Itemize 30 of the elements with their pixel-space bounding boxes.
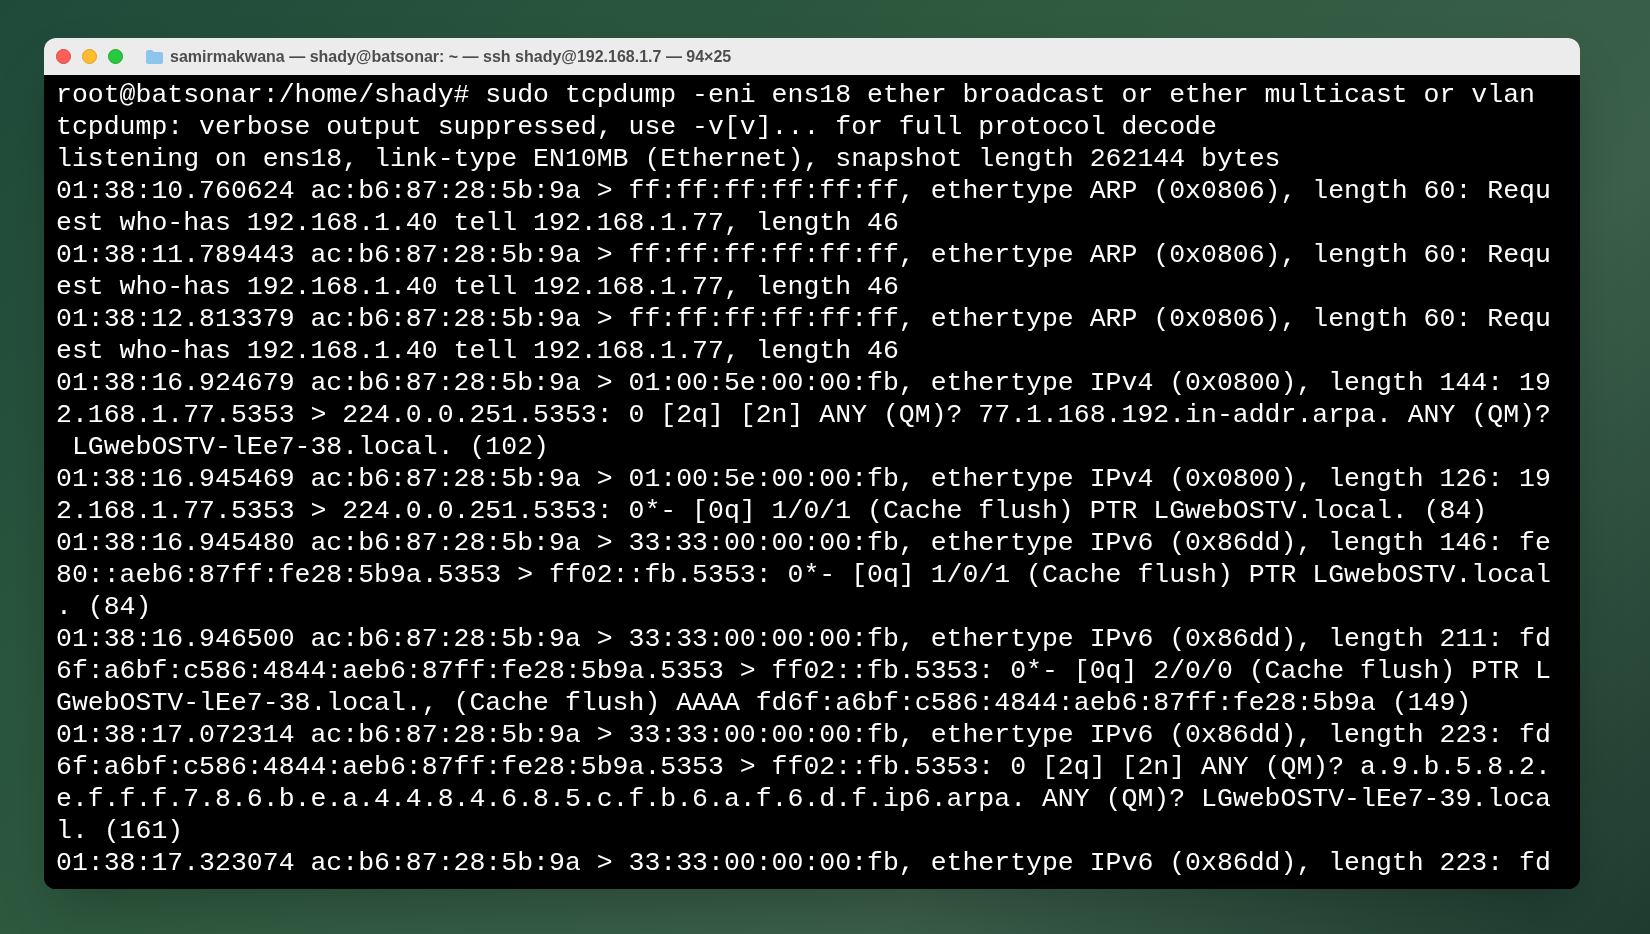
terminal-line: 01:38:16.945469 ac:b6:87:28:5b:9a > 01:00:5e:00:00:fb, ethertype IPv4 (0x0800), length 126: 19 (56, 463, 1551, 495)
terminal-line: tcpdump: verbose output suppressed, use -v[v]... for full protocol decode (56, 111, 1217, 143)
terminal-line: GwebOSTV-lEe7-38.local., (Cache flush) AAAA fd6f:a6bf:c586:4844:aeb6:87ff:fe28:5b9a (149) (56, 687, 1472, 719)
terminal-line: 2.168.1.77.5353 > 224.0.0.251.5353: 0*- [0q] 1/0/1 (Cache flush) PTR LGwebOSTV.local. (84) (56, 495, 1488, 527)
terminal-line: est who-has 192.168.1.40 tell 192.168.1.77, length 46 (56, 335, 899, 367)
terminal-line: LGwebOSTV-lEe7-38.local. (102) (70, 431, 549, 463)
terminal-line: 80::aeb6:87ff:fe28:5b9a.5353 > ff02::fb.5353: 0*- [0q] 1/0/1 (Cache flush) PTR LGwebOSTV.local (56, 559, 1551, 591)
terminal-line: 01:38:10.760624 ac:b6:87:28:5b:9a > ff:ff:ff:ff:ff:ff, ethertype ARP (0x0806), length 60: Requ (56, 175, 1551, 207)
zoom-button[interactable] (108, 49, 123, 64)
terminal-line: root@batsonar:/home/shady# sudo tcpdump -eni ens18 ether broadcast or ether multicast or vlan (56, 79, 1535, 111)
terminal-line: est who-has 192.168.1.40 tell 192.168.1.77, length 46 (56, 207, 899, 239)
terminal-line: 01:38:16.924679 ac:b6:87:28:5b:9a > 01:00:5e:00:00:fb, ethertype IPv4 (0x0800), length 144: 19 (56, 367, 1551, 399)
terminal-line: 01:38:17.323074 ac:b6:87:28:5b:9a > 33:33:00:00:00:fb, ethertype IPv6 (0x86dd), length 223: fd (56, 847, 1551, 879)
terminal-line: listening on ens18, link-type EN10MB (Ethernet), snapshot length 262144 bytes (56, 143, 1281, 175)
terminal-line: 2.168.1.77.5353 > 224.0.0.251.5353: 0 [2q] [2n] ANY (QM)? 77.1.168.192.in-addr.arpa. ANY (QM)? (56, 399, 1551, 431)
terminal-line: 6f:a6bf:c586:4844:aeb6:87ff:fe28:5b9a.5353 > ff02::fb.5353: 0*- [0q] 2/0/0 (Cache flush) PTR L (56, 655, 1551, 687)
folder-icon (146, 49, 163, 64)
terminal-line: l. (161) (56, 815, 184, 847)
terminal-line: 01:38:17.072314 ac:b6:87:28:5b:9a > 33:33:00:00:00:fb, ethertype IPv6 (0x86dd), length 223: fd (56, 719, 1551, 751)
terminal-line: e.f.f.f.7.8.6.b.e.a.4.4.8.4.6.8.5.c.f.b.6.a.f.6.d.f.ip6.arpa. ANY (QM)? LGwebOSTV-lEe7-39.loca (56, 783, 1551, 815)
terminal-line: est who-has 192.168.1.40 tell 192.168.1.77, length 46 (56, 271, 899, 303)
close-button[interactable] (56, 49, 71, 64)
terminal-line: 01:38:11.789443 ac:b6:87:28:5b:9a > ff:ff:ff:ff:ff:ff, ethertype ARP (0x0806), length 60: Requ (56, 239, 1551, 271)
terminal-line: 01:38:12.813379 ac:b6:87:28:5b:9a > ff:ff:ff:ff:ff:ff, ethertype ARP (0x0806), length 60: Requ (56, 303, 1551, 335)
window-title: samirmakwana — shady@batsonar: ~ — ssh shady@192.168.1.7 — 94×25 (170, 46, 732, 67)
minimize-button[interactable] (82, 49, 97, 64)
terminal-line: 6f:a6bf:c586:4844:aeb6:87ff:fe28:5b9a.5353 > ff02::fb.5353: 0 [2q] [2n] ANY (QM)? a.9.b.5.8.2. (56, 751, 1551, 783)
terminal-line: . (84) (56, 591, 152, 623)
terminal-line: 01:38:16.946500 ac:b6:87:28:5b:9a > 33:33:00:00:00:fb, ethertype IPv6 (0x86dd), length 211: fd (56, 623, 1551, 655)
terminal-line: 01:38:16.945480 ac:b6:87:28:5b:9a > 33:33:00:00:00:fb, ethertype IPv6 (0x86dd), length 146: fe (56, 527, 1551, 559)
